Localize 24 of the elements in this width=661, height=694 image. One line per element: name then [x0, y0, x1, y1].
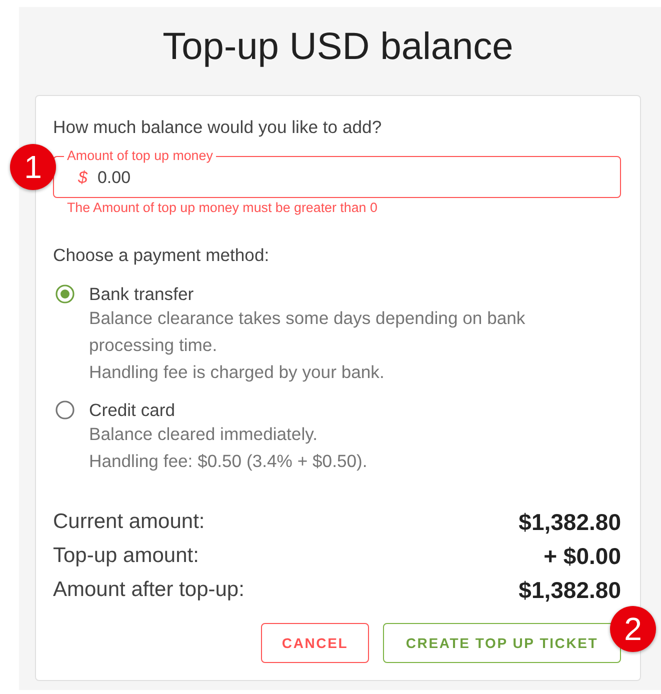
- option-description: Balance cleared immediately.: [89, 423, 319, 446]
- error-message: The Amount of top up money must be greater than 0: [67, 201, 378, 215]
- field-label: Amount of top up money: [66, 149, 214, 163]
- option-description: Handling fee: $0.50 (3.4% + $0.50).: [89, 450, 368, 473]
- summary-label: Top-up amount:: [53, 544, 199, 568]
- amount-field[interactable]: Amount of top up money $ 0.00: [53, 149, 621, 198]
- amount-value: 0.00: [97, 168, 131, 188]
- summary-label: Amount after top-up:: [53, 578, 244, 602]
- radio-button[interactable]: [55, 400, 75, 420]
- payment-heading: Choose a payment method:: [53, 245, 270, 265]
- option-label[interactable]: Credit card: [89, 399, 176, 421]
- summary-value: $1,382.80: [518, 508, 621, 536]
- summary-value: + $0.00: [544, 542, 621, 570]
- summary-label: Current amount:: [53, 510, 205, 534]
- step-badge: 1: [10, 144, 56, 190]
- amount-question: How much balance would you like to add?: [53, 117, 383, 137]
- step-badge: 2: [610, 606, 656, 652]
- radio-button[interactable]: [55, 284, 75, 304]
- option-description: Handling fee is charged by your bank.: [89, 361, 386, 384]
- summary-value: $1,382.80: [518, 576, 621, 604]
- currency-prefix: $: [78, 168, 88, 188]
- page-title: Top-up USD balance: [162, 27, 514, 67]
- option-description: Balance clearance takes some days depending on bank processing time.: [89, 307, 526, 357]
- option-label[interactable]: Bank transfer: [89, 283, 194, 305]
